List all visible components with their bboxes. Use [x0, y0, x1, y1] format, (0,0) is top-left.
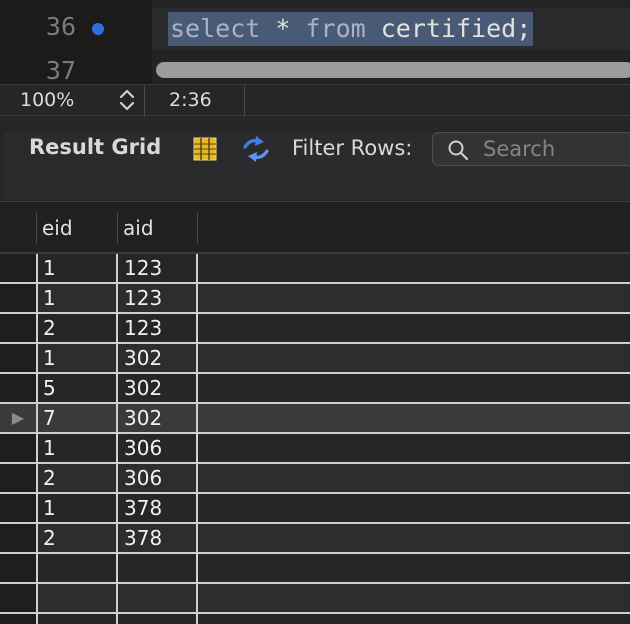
cell-aid[interactable]: 302 [119, 374, 197, 402]
search-icon [448, 140, 469, 161]
cell-eid[interactable]: 1 [38, 254, 117, 282]
column-divider [116, 254, 118, 624]
cell-aid[interactable] [119, 554, 197, 582]
table-row[interactable] [0, 614, 630, 624]
table-row[interactable] [0, 584, 630, 614]
result-grid-icon[interactable] [192, 136, 218, 162]
table-row[interactable]: 1 378 [0, 494, 630, 524]
cell-eid[interactable] [38, 584, 117, 612]
up-down-chevron-icon[interactable] [117, 88, 137, 112]
cell-aid[interactable]: 306 [119, 464, 197, 492]
row-selector[interactable] [0, 554, 36, 582]
cell-eid[interactable]: 1 [38, 434, 117, 462]
table-row[interactable]: 1 306 [0, 434, 630, 464]
execution-marker-icon [92, 23, 104, 35]
line-number: 37 [45, 56, 76, 84]
cell-aid[interactable] [119, 584, 197, 612]
horizontal-scrollbar[interactable] [156, 62, 630, 78]
line-number: 36 [45, 12, 76, 41]
row-selector[interactable] [0, 524, 36, 552]
row-selector[interactable] [0, 614, 36, 624]
column-header-eid[interactable]: eid [36, 212, 117, 244]
table-row[interactable]: ▶ 7 302 [0, 404, 630, 434]
cell-eid[interactable]: 1 [38, 344, 117, 372]
row-selector[interactable] [0, 464, 36, 492]
code-line-selected[interactable]: select * from certified; [168, 12, 534, 46]
search-input[interactable] [483, 135, 630, 163]
cell-aid[interactable]: 302 [119, 404, 197, 432]
result-grid-label: Result Grid [29, 135, 162, 159]
cell-eid[interactable]: 2 [38, 464, 117, 492]
table-row[interactable]: 1 123 [0, 254, 630, 284]
row-selector[interactable] [0, 374, 36, 402]
cell-eid[interactable]: 5 [38, 374, 117, 402]
table-row[interactable]: 1 302 [0, 344, 630, 374]
code-text: * [260, 14, 306, 43]
code-text: certified; [365, 14, 532, 43]
cell-eid[interactable] [38, 614, 117, 624]
result-toolbar: Result Grid Filter Rows: [0, 116, 630, 202]
cell-aid[interactable]: 123 [119, 314, 197, 342]
cell-aid[interactable]: 378 [119, 494, 197, 522]
filter-rows-label: Filter Rows: [292, 136, 413, 160]
zoom-level[interactable]: 100% [20, 89, 74, 111]
cell-eid[interactable] [38, 554, 117, 582]
table-row[interactable]: 5 302 [0, 374, 630, 404]
table-row[interactable]: 1 123 [0, 284, 630, 314]
cell-eid[interactable]: 1 [38, 284, 117, 312]
cursor-position: 2:36 [169, 89, 212, 111]
refresh-icon[interactable] [240, 134, 272, 164]
row-selector[interactable] [0, 314, 36, 342]
column-divider [196, 254, 198, 624]
cell-aid[interactable] [119, 614, 197, 624]
line-gutter: 36 37 [0, 0, 152, 84]
row-selector[interactable] [0, 584, 36, 612]
cell-aid[interactable]: 123 [119, 284, 197, 312]
cell-aid[interactable]: 306 [119, 434, 197, 462]
table-row[interactable]: 2 378 [0, 524, 630, 554]
table-row[interactable] [0, 554, 630, 584]
row-selector[interactable] [0, 434, 36, 462]
search-box[interactable] [432, 132, 630, 166]
status-divider [144, 85, 145, 116]
table-row[interactable]: 2 306 [0, 464, 630, 494]
row-selector[interactable] [0, 344, 36, 372]
row-pointer-icon[interactable]: ▶ [0, 404, 36, 432]
row-selector[interactable] [0, 494, 36, 522]
cell-aid[interactable]: 302 [119, 344, 197, 372]
cell-aid[interactable]: 123 [119, 254, 197, 282]
table-row[interactable]: 2 123 [0, 314, 630, 344]
code-area[interactable]: select * from certified; [152, 0, 630, 84]
status-divider [244, 85, 245, 116]
column-header-aid[interactable]: aid [117, 212, 197, 244]
code-keyword: from [305, 14, 366, 43]
code-keyword: select [170, 14, 261, 43]
row-selector[interactable] [0, 254, 36, 282]
workbench-window: 36 37 select * from certified; 100% 2:36… [0, 0, 630, 624]
column-divider [36, 254, 38, 624]
sql-editor[interactable]: 36 37 select * from certified; [0, 0, 630, 84]
cell-eid[interactable]: 7 [38, 404, 117, 432]
grid-body: 1 123 1 123 2 123 1 302 5 302 ▶ 7 302 1 306 2 306 1 378 2 37… [0, 254, 630, 624]
cell-eid[interactable]: 2 [38, 314, 117, 342]
row-selector[interactable] [0, 284, 36, 312]
grid-header: eid aid [0, 202, 630, 254]
editor-status-bar: 100% 2:36 [0, 84, 630, 116]
result-grid[interactable]: eid aid 1 123 1 123 2 123 1 302 5 302 ▶ 7 302 1 306 2 30… [0, 202, 630, 624]
cell-eid[interactable]: 2 [38, 524, 117, 552]
cell-eid[interactable]: 1 [38, 494, 117, 522]
column-header-divider [197, 212, 198, 244]
cell-aid[interactable]: 378 [119, 524, 197, 552]
